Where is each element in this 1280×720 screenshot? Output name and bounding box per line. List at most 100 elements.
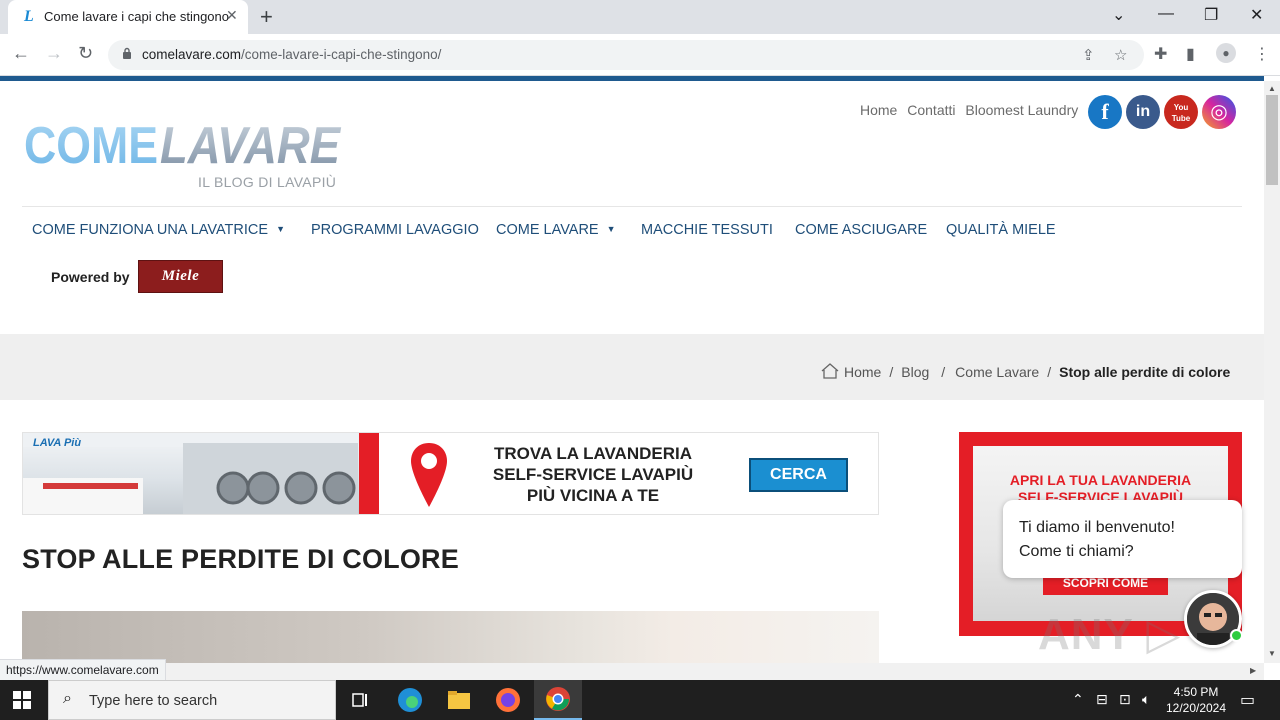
dropdown-caret-icon: ▼: [606, 224, 616, 234]
breadcrumb-come-lavare[interactable]: Come Lavare: [955, 364, 1039, 380]
web-page: COME LAVARE IL BLOG DI LAVAPIÙ Home Cont…: [0, 81, 1264, 663]
banner-red-strip: [359, 433, 379, 514]
toplink-home[interactable]: Home: [860, 102, 897, 118]
share-icon[interactable]: ⇪: [1082, 46, 1095, 64]
nav-label: COME FUNZIONA UNA LAVATRICE: [32, 222, 269, 238]
forward-icon[interactable]: →: [45, 43, 63, 64]
minimize-icon[interactable]: —: [1158, 5, 1174, 23]
scroll-down-icon[interactable]: ▼: [1268, 649, 1276, 658]
laundry-photo: LAVA Più: [23, 433, 359, 514]
file-explorer-icon[interactable]: [435, 680, 483, 720]
close-window-icon[interactable]: ✕: [1250, 5, 1263, 25]
browser-toolbar: ← → ↻ comelavare.com/come-lavare-i-capi-…: [0, 34, 1280, 76]
banner-line-2: SELF-SERVICE LAVAPIÙ: [492, 465, 694, 484]
bookmark-star-icon[interactable]: ☆: [1114, 46, 1127, 64]
breadcrumb-home[interactable]: Home: [844, 364, 881, 380]
profile-avatar-icon[interactable]: ●: [1216, 43, 1236, 63]
clock-date: 12/20/2024: [1165, 701, 1227, 715]
browser-tab[interactable]: L Come lavare i capi che stingono ✕: [8, 0, 248, 34]
clock-time: 4:50 PM: [1173, 685, 1219, 699]
vertical-scrollbar[interactable]: ▲ ▼: [1264, 81, 1280, 663]
extensions-icon[interactable]: ✚: [1154, 44, 1167, 64]
cerca-button[interactable]: CERCA: [749, 458, 848, 492]
lock-icon: [123, 47, 131, 59]
horizontal-scrollbar[interactable]: [0, 663, 1264, 680]
toplink-contatti[interactable]: Contatti: [907, 102, 955, 118]
firefox-icon[interactable]: [484, 680, 532, 720]
article-title: STOP ALLE PERDITE DI COLORE: [22, 544, 459, 574]
nav-come-funziona[interactable]: COME FUNZIONA UNA LAVATRICE ▼: [32, 222, 285, 238]
new-tab-icon[interactable]: +: [260, 4, 273, 30]
back-icon[interactable]: ←: [12, 43, 30, 64]
side-panel-icon[interactable]: ▮: [1186, 44, 1195, 64]
nav-label: COME LAVARE: [496, 222, 599, 238]
url-host: comelavare.com: [142, 47, 242, 62]
nav-label: QUALITÀ MIELE: [946, 222, 1056, 238]
anyrun-watermark: ANY ▷ RUN: [1038, 610, 1182, 663]
nav-come-lavare[interactable]: COME LAVARE ▼: [496, 222, 616, 238]
scroll-right-icon[interactable]: ▶: [1250, 666, 1256, 675]
chat-welcome-bubble[interactable]: Ti diamo il benvenuto! Come ti chiami?: [1003, 500, 1242, 578]
banner-line-3: PIÙ VICINA A TE: [526, 486, 660, 505]
show-hidden-icons-icon[interactable]: ⌃: [1072, 691, 1084, 708]
chrome-icon[interactable]: [534, 680, 582, 720]
find-laundry-banner[interactable]: LAVA Più TROVA LA LAVANDERIA SELF-SERVIC…: [22, 432, 879, 515]
side-ad-line-1: APRI LA TUA LAVANDERIA: [1009, 472, 1192, 488]
logo-subtitle: IL BLOG DI LAVAPIÙ: [198, 174, 337, 190]
breadcrumb-blog[interactable]: Blog: [901, 364, 929, 380]
comelavare-logo[interactable]: COME LAVARE: [22, 113, 352, 171]
laundry-machines-image: LAVA Più: [23, 433, 359, 514]
device-icon[interactable]: ⊟: [1096, 691, 1108, 708]
top-links: Home Contatti Bloomest Laundry: [860, 102, 1084, 118]
volume-icon[interactable]: 🔈︎: [1142, 691, 1150, 708]
notifications-icon[interactable]: ▭: [1240, 690, 1255, 710]
tab-close-icon[interactable]: ✕: [226, 7, 238, 24]
youtube-icon[interactable]: You Tube: [1164, 95, 1198, 129]
nav-qualita-miele[interactable]: QUALITÀ MIELE: [946, 222, 1056, 238]
nav-label: COME ASCIUGARE: [795, 222, 928, 238]
taskbar-search-placeholder: Type here to search: [89, 693, 218, 709]
network-icon[interactable]: ⊡: [1119, 691, 1131, 708]
logo-text-come: COME: [24, 117, 158, 171]
chat-line-2: Come ti chiami?: [1019, 543, 1134, 560]
nav-label: MACCHIE TESSUTI: [641, 222, 773, 238]
url-text: comelavare.com/come-lavare-i-capi-che-st…: [142, 47, 441, 62]
miele-logo[interactable]: Miele: [138, 260, 223, 293]
toplink-bloomest[interactable]: Bloomest Laundry: [965, 102, 1078, 118]
menu-kebab-icon[interactable]: ⋮: [1254, 44, 1270, 64]
taskbar-clock[interactable]: 4:50 PM 12/20/2024: [1160, 684, 1232, 716]
edge-browser-icon[interactable]: [386, 680, 434, 720]
banner-line-1: TROVA LA LAVANDERIA: [493, 444, 692, 463]
article-hero-image: [22, 611, 879, 663]
taskbar-search[interactable]: ⌕ Type here to search: [48, 680, 336, 720]
tab-strip: L Come lavare i capi che stingono ✕ + ⌄ …: [0, 0, 1280, 34]
tab-search-icon[interactable]: ⌄: [1112, 5, 1125, 25]
header-divider: [22, 206, 1242, 207]
breadcrumb: Home / Blog / Come Lavare / Stop alle perdite …: [820, 362, 1230, 380]
breadcrumb-current: Stop alle perdite di colore: [1059, 364, 1231, 380]
restore-icon[interactable]: ❐: [1204, 5, 1218, 25]
chat-line-1: Ti diamo il benvenuto!: [1019, 519, 1175, 536]
url-path: /come-lavare-i-capi-che-stingono/: [241, 47, 442, 62]
scroll-up-icon[interactable]: ▲: [1268, 84, 1276, 93]
task-view-icon[interactable]: [336, 680, 384, 720]
dropdown-caret-icon: ▼: [276, 224, 285, 234]
nav-label: PROGRAMMI LAVAGGIO: [311, 222, 479, 238]
tab-title: Come lavare i capi che stingono: [44, 9, 229, 24]
nav-come-asciugare[interactable]: COME ASCIUGARE: [795, 222, 927, 238]
banner-text: TROVA LA LAVANDERIA SELF-SERVICE LAVAPIÙ…: [443, 443, 743, 506]
nav-macchie-tessuti[interactable]: MACCHIE TESSUTI: [641, 222, 773, 238]
address-bar[interactable]: comelavare.com/come-lavare-i-capi-che-st…: [108, 40, 1144, 70]
status-bar-url: https://www.comelavare.com: [0, 659, 166, 681]
svg-text:LAVA Più: LAVA Più: [33, 437, 81, 449]
reload-icon[interactable]: ↻: [78, 43, 93, 64]
windows-start-icon[interactable]: [13, 691, 31, 709]
nav-programmi-lavaggio[interactable]: PROGRAMMI LAVAGGIO: [311, 222, 479, 238]
scroll-thumb[interactable]: [1266, 95, 1278, 185]
facebook-icon[interactable]: f: [1088, 95, 1122, 129]
site-favicon-icon: L: [24, 8, 34, 25]
windows-taskbar: ⌕ Type here to search ⌃ ⊟ ⊡ 🔈︎ 4:50 PM 1…: [0, 680, 1280, 720]
instagram-icon[interactable]: ◎: [1202, 95, 1236, 129]
linkedin-icon[interactable]: in: [1126, 95, 1160, 129]
logo-text-lavare: LAVARE: [160, 117, 341, 171]
